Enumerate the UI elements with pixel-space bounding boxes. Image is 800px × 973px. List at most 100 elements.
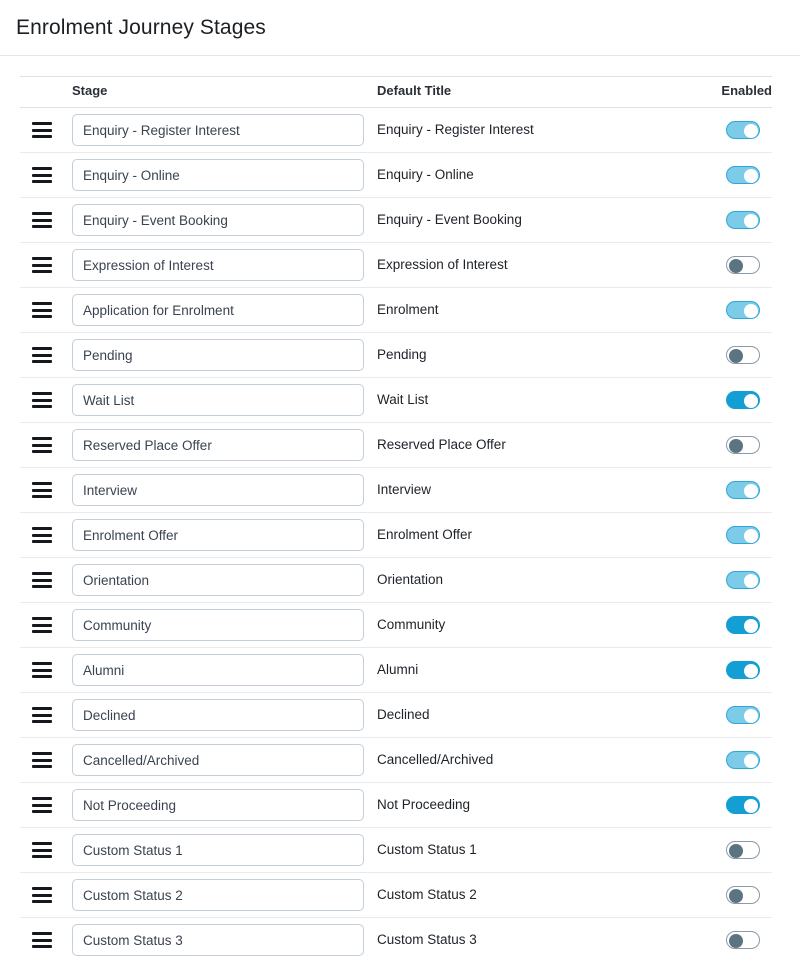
toggle-knob [744, 304, 758, 318]
table-row: Interview [20, 467, 772, 513]
row-stage-cell [72, 918, 377, 963]
enabled-toggle[interactable] [726, 661, 760, 679]
toggle-container [687, 301, 772, 319]
row-enabled-cell [687, 782, 772, 828]
drag-handle-icon[interactable] [32, 257, 54, 273]
enabled-toggle[interactable] [726, 346, 760, 364]
stage-name-input[interactable] [72, 294, 364, 326]
row-enabled-cell [687, 557, 772, 603]
enabled-toggle[interactable] [726, 211, 760, 229]
toggle-container [687, 436, 772, 454]
row-enabled-cell [687, 287, 772, 333]
stage-name-input[interactable] [72, 879, 364, 911]
toggle-container [687, 346, 772, 364]
toggle-container [687, 391, 772, 409]
drag-handle-icon[interactable] [32, 482, 54, 498]
enabled-toggle[interactable] [726, 706, 760, 724]
row-stage-cell [72, 737, 377, 783]
stage-name-input[interactable] [72, 204, 364, 236]
toggle-container [687, 931, 772, 950]
default-title-text: Custom Status 2 [377, 887, 477, 902]
enabled-toggle[interactable] [726, 931, 760, 950]
drag-handle-icon[interactable] [32, 392, 54, 408]
stage-name-input[interactable] [72, 339, 364, 371]
row-stage-cell [72, 422, 377, 468]
stage-name-input[interactable] [72, 159, 364, 191]
drag-handle-icon[interactable] [32, 527, 54, 543]
drag-handle-icon[interactable] [32, 617, 54, 633]
row-enabled-cell [687, 377, 772, 423]
default-title-text: Enquiry - Register Interest [377, 122, 534, 137]
enabled-toggle[interactable] [726, 616, 760, 634]
row-stage-cell [72, 287, 377, 333]
toggle-knob [744, 709, 758, 723]
enabled-toggle[interactable] [726, 571, 760, 589]
row-default-title-cell: Not Proceeding [377, 782, 687, 828]
row-enabled-cell [687, 467, 772, 513]
enabled-toggle[interactable] [726, 436, 760, 454]
enabled-toggle[interactable] [726, 841, 760, 859]
row-enabled-cell [687, 197, 772, 243]
enabled-toggle[interactable] [726, 121, 760, 139]
drag-handle-icon[interactable] [32, 662, 54, 678]
enabled-toggle[interactable] [726, 886, 760, 904]
stage-name-input[interactable] [72, 384, 364, 416]
stage-name-input[interactable] [72, 114, 364, 146]
drag-handle-icon[interactable] [32, 707, 54, 723]
drag-handle-icon[interactable] [32, 167, 54, 183]
row-handle-cell [20, 107, 72, 153]
default-title-text: Custom Status 1 [377, 842, 477, 857]
stage-name-input[interactable] [72, 474, 364, 506]
enabled-toggle[interactable] [726, 391, 760, 409]
stage-name-input[interactable] [72, 789, 364, 821]
enabled-toggle[interactable] [726, 301, 760, 319]
drag-handle-icon[interactable] [32, 212, 54, 228]
enabled-toggle[interactable] [726, 481, 760, 499]
stage-name-input[interactable] [72, 744, 364, 776]
row-handle-cell [20, 557, 72, 603]
table-row: Custom Status 1 [20, 827, 772, 873]
enabled-toggle[interactable] [726, 796, 760, 814]
drag-handle-icon[interactable] [32, 302, 54, 318]
row-handle-cell [20, 737, 72, 783]
drag-handle-icon[interactable] [32, 887, 54, 903]
stage-name-input[interactable] [72, 699, 364, 731]
table-row: Pending [20, 332, 772, 378]
row-stage-cell [72, 872, 377, 918]
row-default-title-cell: Interview [377, 467, 687, 513]
column-header-stage: Stage [72, 76, 377, 108]
row-stage-cell [72, 512, 377, 558]
toggle-container [687, 571, 772, 589]
drag-handle-icon[interactable] [32, 752, 54, 768]
enabled-toggle[interactable] [726, 256, 760, 274]
toggle-container [687, 166, 772, 184]
enabled-toggle[interactable] [726, 166, 760, 184]
stage-name-input[interactable] [72, 609, 364, 641]
stage-name-input[interactable] [72, 834, 364, 866]
toggle-container [687, 526, 772, 544]
stage-name-input[interactable] [72, 429, 364, 461]
drag-handle-icon[interactable] [32, 437, 54, 453]
drag-handle-icon[interactable] [32, 347, 54, 363]
stages-table: Stage Default Title Enabled Enquiry - Re… [20, 76, 772, 963]
enabled-toggle[interactable] [726, 751, 760, 769]
enabled-toggle[interactable] [726, 526, 760, 544]
drag-handle-icon[interactable] [32, 932, 54, 949]
default-title-text: Orientation [377, 572, 444, 587]
drag-handle-icon[interactable] [32, 122, 54, 138]
stage-name-input[interactable] [72, 564, 364, 596]
toggle-knob [744, 169, 758, 183]
row-handle-cell [20, 152, 72, 198]
stage-name-input[interactable] [72, 519, 364, 551]
drag-handle-icon[interactable] [32, 842, 54, 858]
stage-name-input[interactable] [72, 924, 364, 957]
row-default-title-cell: Custom Status 2 [377, 872, 687, 918]
stage-name-input[interactable] [72, 654, 364, 686]
default-title-text: Expression of Interest [377, 257, 508, 272]
drag-handle-icon[interactable] [32, 572, 54, 588]
row-handle-cell [20, 287, 72, 333]
drag-handle-icon[interactable] [32, 797, 54, 813]
default-title-text: Cancelled/Archived [377, 752, 494, 767]
stage-name-input[interactable] [72, 249, 364, 281]
row-stage-cell [72, 557, 377, 603]
